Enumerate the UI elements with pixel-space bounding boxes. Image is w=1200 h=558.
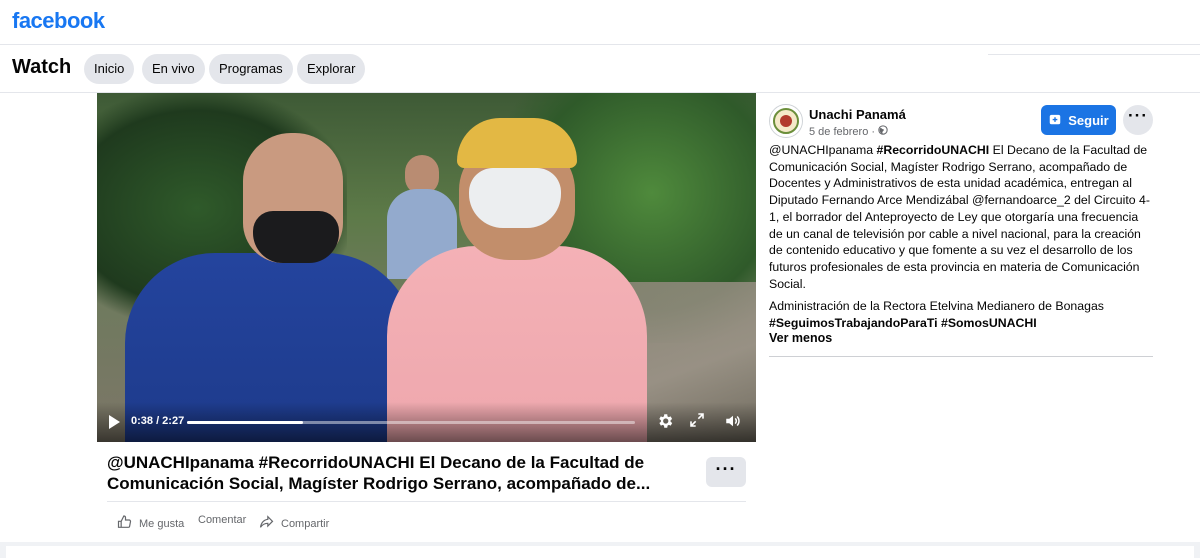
video-person-left bbox=[125, 133, 415, 442]
page-more-options-button[interactable]: ··· bbox=[1123, 105, 1153, 135]
comment-label: Comentar bbox=[198, 514, 247, 526]
page-name[interactable]: Unachi Panamá bbox=[809, 107, 906, 122]
video-controls: 0:38 / 2:27 bbox=[97, 402, 756, 442]
mention-link[interactable]: @UNACHIpanama bbox=[769, 143, 873, 157]
page-avatar[interactable] bbox=[769, 104, 803, 138]
post-description-extra: Administración de la Rectora Etelvina Me… bbox=[769, 298, 1153, 331]
post-title[interactable]: @UNACHIpanama #RecorridoUNACHI El Decano… bbox=[107, 452, 697, 494]
share-button[interactable]: Compartir bbox=[258, 514, 329, 533]
video-time: 0:38 / 2:27 bbox=[131, 415, 185, 427]
follow-button[interactable]: Seguir bbox=[1041, 105, 1116, 135]
follow-label: Seguir bbox=[1068, 112, 1109, 128]
hashtag-link[interactable]: #RecorridoUNACHI bbox=[876, 143, 989, 157]
share-icon bbox=[258, 514, 275, 533]
post-divider bbox=[107, 501, 746, 502]
video-player[interactable]: 0:38 / 2:27 bbox=[97, 93, 756, 442]
tab-en-vivo[interactable]: En vivo bbox=[142, 54, 205, 84]
post-more-options-button[interactable]: ··· bbox=[706, 457, 746, 487]
video-progress-fill bbox=[187, 421, 304, 424]
description-text: El Decano de la Facultad de Comunicación… bbox=[769, 143, 1150, 291]
panel-divider bbox=[769, 356, 1153, 357]
like-button[interactable]: Me gusta bbox=[116, 514, 184, 533]
tab-programas[interactable]: Programas bbox=[209, 54, 293, 84]
facebook-logo[interactable]: facebook bbox=[12, 8, 105, 34]
see-less-link[interactable]: Ver menos bbox=[769, 331, 832, 345]
thumbs-up-icon bbox=[116, 514, 133, 533]
post-date-text: 5 de febrero · bbox=[809, 125, 876, 138]
top-navigation-bar: facebook bbox=[0, 0, 1200, 45]
globe-icon bbox=[878, 125, 888, 138]
follow-icon bbox=[1048, 112, 1062, 129]
watch-header: Watch Inicio En vivo Programas Explorar bbox=[0, 46, 1200, 92]
hashtags-line[interactable]: #SeguimosTrabajandoParaTi #SomosUNACHI bbox=[769, 315, 1153, 332]
post-date[interactable]: 5 de febrero · bbox=[809, 125, 888, 138]
admin-line: Administración de la Rectora Etelvina Me… bbox=[769, 299, 1104, 313]
settings-icon[interactable] bbox=[655, 412, 675, 432]
watch-title: Watch bbox=[12, 56, 72, 78]
video-person-right bbox=[387, 118, 647, 442]
like-label: Me gusta bbox=[139, 517, 185, 530]
video-progress-bar[interactable] bbox=[187, 421, 635, 424]
share-label: Compartir bbox=[281, 517, 330, 530]
comment-button[interactable]: Comentar bbox=[198, 514, 246, 526]
fullscreen-icon[interactable] bbox=[687, 412, 707, 432]
tab-explorar[interactable]: Explorar bbox=[297, 54, 366, 84]
tab-inicio[interactable]: Inicio bbox=[84, 54, 135, 84]
next-post-card bbox=[6, 546, 1194, 558]
play-icon[interactable] bbox=[109, 415, 120, 429]
volume-icon[interactable] bbox=[723, 412, 743, 432]
post-description: @UNACHIpanama #RecorridoUNACHI El Decano… bbox=[769, 142, 1153, 292]
